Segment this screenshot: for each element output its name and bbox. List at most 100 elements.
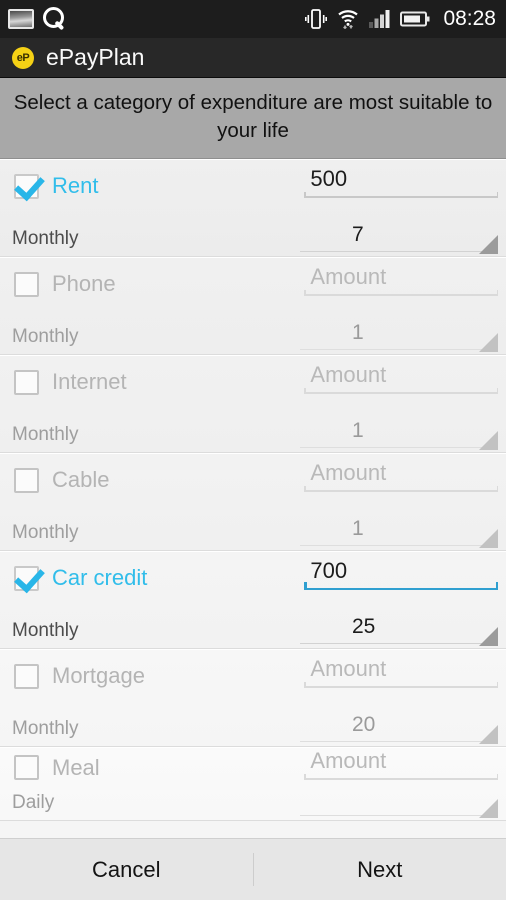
footer-bar: Cancel Next xyxy=(0,838,506,900)
period-count-spinner[interactable]: 1 xyxy=(300,321,498,355)
amount-input[interactable]: Amount xyxy=(304,460,498,500)
amount-input[interactable]: Amount xyxy=(304,656,498,696)
vibrate-icon xyxy=(305,9,328,29)
category-checkbox[interactable] xyxy=(14,271,39,297)
app-screen: 08:28 eP ePayPlan Select a category of e… xyxy=(0,0,506,900)
period-label: Daily xyxy=(12,792,55,813)
status-bar-right-icons: 08:28 xyxy=(305,7,496,31)
image-notification-icon xyxy=(8,9,34,29)
category-checkbox-group[interactable]: Mortgage xyxy=(14,663,304,689)
expenditure-list: Rent 500 Monthly 7 Phone Amount Monthly 1 Intern… xyxy=(0,159,506,838)
expenditure-row-top: Cable Amount xyxy=(0,454,506,506)
spinner-underline xyxy=(300,740,498,742)
category-label: Rent xyxy=(52,173,99,198)
status-bar-left-icons xyxy=(8,7,67,31)
category-checkbox-group[interactable]: Internet xyxy=(14,369,304,395)
expenditure-row-bottom: Monthly 7 xyxy=(0,212,506,256)
expenditure-row-top: Meal Amount xyxy=(0,748,506,788)
category-checkbox[interactable] xyxy=(14,565,39,591)
category-label: Car credit xyxy=(52,565,148,590)
chevron-down-icon[interactable] xyxy=(479,235,498,254)
expenditure-row-top: Phone Amount xyxy=(0,258,506,310)
period-label: Monthly xyxy=(12,718,79,739)
amount-input[interactable]: 700 xyxy=(304,558,498,599)
category-checkbox[interactable] xyxy=(14,467,39,493)
amount-underline xyxy=(304,774,498,780)
instruction-banner: Select a category of expenditure are mos… xyxy=(0,78,506,159)
expenditure-row-bottom: Daily xyxy=(0,788,506,821)
category-checkbox[interactable] xyxy=(14,663,39,689)
amount-value: Amount xyxy=(310,656,387,682)
search-icon xyxy=(43,7,67,31)
action-bar: eP ePayPlan xyxy=(0,38,506,78)
expenditure-row: Internet Amount Monthly 1 xyxy=(0,355,506,453)
expenditure-row: Rent 500 Monthly 7 xyxy=(0,159,506,257)
amount-underline xyxy=(304,682,498,688)
expenditure-row: Phone Amount Monthly 1 xyxy=(0,257,506,355)
category-checkbox[interactable] xyxy=(14,755,39,781)
app-logo-icon: eP xyxy=(12,46,34,69)
period-count-value xyxy=(300,788,498,815)
period-label: Monthly xyxy=(12,326,79,347)
period-count-value: 1 xyxy=(352,516,364,540)
chevron-down-icon[interactable] xyxy=(479,725,498,744)
period-label: Monthly xyxy=(12,228,79,249)
period-count-spinner[interactable] xyxy=(300,788,498,821)
category-checkbox-group[interactable]: Car credit xyxy=(14,565,304,591)
category-checkbox-group[interactable]: Cable xyxy=(14,467,304,493)
amount-input[interactable]: Amount xyxy=(304,362,498,402)
status-bar-clock: 08:28 xyxy=(443,7,496,30)
period-count-value: 1 xyxy=(352,320,364,344)
chevron-down-icon[interactable] xyxy=(479,627,498,646)
period-count-spinner[interactable]: 7 xyxy=(300,223,498,257)
chevron-down-icon[interactable] xyxy=(479,333,498,352)
wifi-icon xyxy=(338,10,359,29)
amount-underline xyxy=(304,486,498,492)
period-count-spinner[interactable]: 1 xyxy=(300,517,498,551)
spinner-underline xyxy=(300,814,498,816)
category-checkbox-group[interactable]: Rent xyxy=(14,173,304,199)
period-count-value: 25 xyxy=(352,614,376,638)
category-checkbox[interactable] xyxy=(14,173,39,199)
amount-input[interactable]: Amount xyxy=(304,264,498,304)
expenditure-row-bottom: Monthly 1 xyxy=(0,310,506,354)
expenditure-row-bottom: Monthly 1 xyxy=(0,506,506,550)
amount-value: Amount xyxy=(310,264,387,290)
chevron-down-icon[interactable] xyxy=(479,431,498,450)
period-count-value: 7 xyxy=(352,222,364,246)
amount-value: 700 xyxy=(310,557,348,583)
spinner-underline xyxy=(300,250,498,252)
expenditure-row-top: Rent 500 xyxy=(0,160,506,212)
chevron-down-icon[interactable] xyxy=(479,799,498,818)
amount-value: 500 xyxy=(310,166,348,192)
category-label: Meal xyxy=(52,754,100,780)
period-count-spinner[interactable]: 25 xyxy=(300,615,498,649)
status-bar: 08:28 xyxy=(0,0,506,38)
expenditure-row-top: Internet Amount xyxy=(0,356,506,408)
chevron-down-icon[interactable] xyxy=(479,529,498,548)
spinner-underline xyxy=(300,446,498,448)
amount-underline xyxy=(304,388,498,394)
category-checkbox[interactable] xyxy=(14,369,39,395)
expenditure-row: Cable Amount Monthly 1 xyxy=(0,453,506,551)
amount-underline xyxy=(304,290,498,296)
period-count-spinner[interactable]: 1 xyxy=(300,419,498,453)
amount-underline xyxy=(304,192,498,198)
amount-underline xyxy=(304,583,498,591)
period-count-spinner[interactable]: 20 xyxy=(300,713,498,747)
spinner-underline xyxy=(300,642,498,644)
period-count-value: 20 xyxy=(352,712,376,736)
next-button[interactable]: Next xyxy=(254,839,506,900)
period-label: Monthly xyxy=(12,620,79,641)
expenditure-row-bottom: Monthly 1 xyxy=(0,408,506,452)
amount-input[interactable]: 500 xyxy=(304,166,498,206)
spinner-underline xyxy=(300,544,498,546)
cancel-button[interactable]: Cancel xyxy=(0,839,253,900)
category-checkbox-group[interactable]: Meal xyxy=(14,755,304,781)
category-label: Internet xyxy=(52,369,127,394)
expenditure-row-bottom: Monthly 25 xyxy=(0,604,506,648)
category-label: Mortgage xyxy=(52,663,145,688)
spinner-underline xyxy=(300,348,498,350)
amount-input[interactable]: Amount xyxy=(304,748,498,788)
category-checkbox-group[interactable]: Phone xyxy=(14,271,304,297)
